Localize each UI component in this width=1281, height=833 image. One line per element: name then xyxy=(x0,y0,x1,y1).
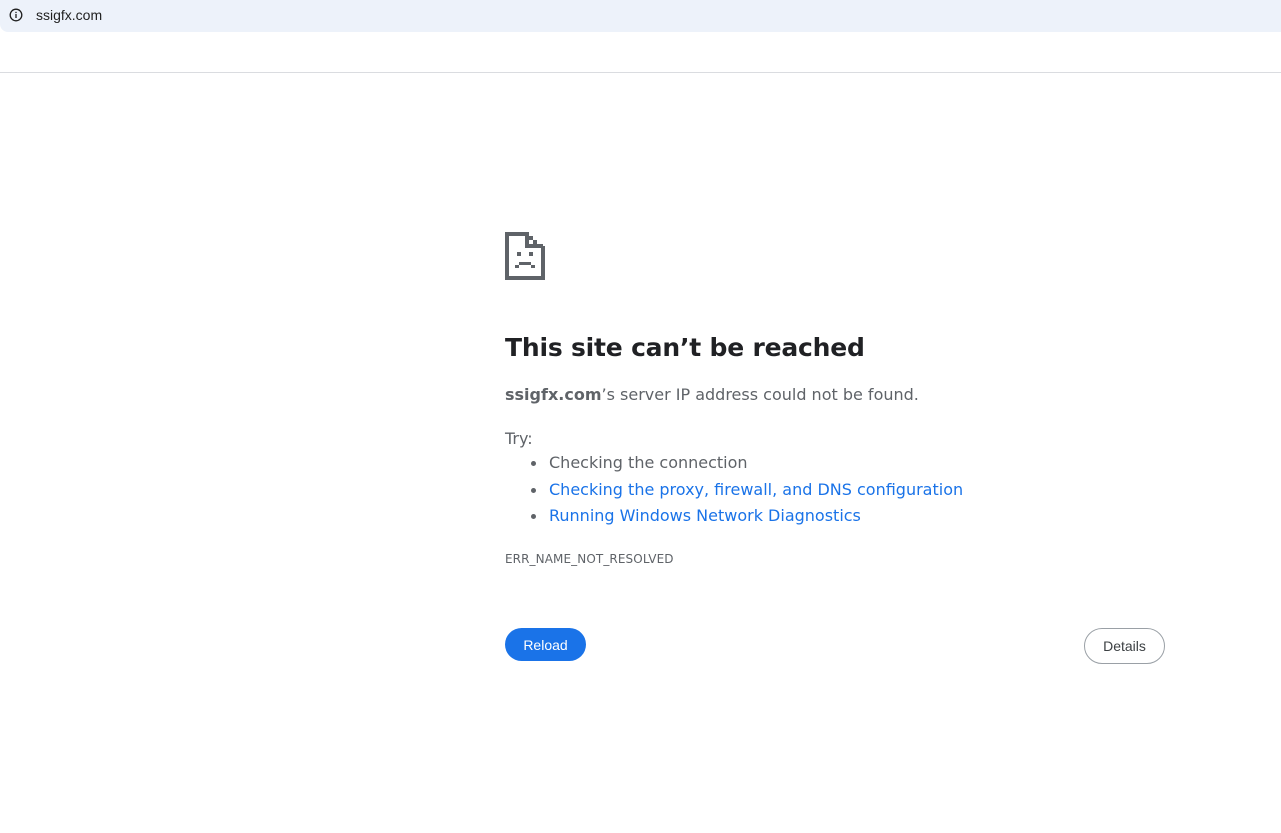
error-summary: ssigfx.com’s server IP address could not… xyxy=(505,385,919,405)
suggestion-network-diagnostics[interactable]: Running Windows Network Diagnostics xyxy=(505,506,963,533)
try-label: Try: xyxy=(505,429,533,448)
info-icon[interactable] xyxy=(9,8,23,22)
url-text[interactable]: ssigfx.com xyxy=(36,6,102,24)
address-bar[interactable]: ssigfx.com xyxy=(0,0,1281,32)
error-summary-text: ’s server IP address could not be found. xyxy=(601,385,919,404)
error-heading: This site can’t be reached xyxy=(505,333,865,362)
bullet xyxy=(531,461,536,466)
error-code: ERR_NAME_NOT_RESOLVED xyxy=(505,552,674,566)
sad-document-icon xyxy=(505,232,545,280)
bullet xyxy=(531,487,536,493)
error-host: ssigfx.com xyxy=(505,385,602,404)
network-diagnostics-link[interactable]: Running Windows Network Diagnostics xyxy=(549,506,861,525)
suggestion-check-proxy[interactable]: Checking the proxy, firewall, and DNS co… xyxy=(505,480,963,507)
suggestion-check-connection: Checking the connection xyxy=(505,453,963,480)
bullet xyxy=(531,514,536,519)
suggestions-list: Checking the connection Checking the pro… xyxy=(505,453,963,533)
details-button[interactable]: Details xyxy=(1084,628,1165,664)
reload-button[interactable]: Reload xyxy=(505,628,586,661)
check-proxy-link[interactable]: Checking the proxy, firewall, and DNS co… xyxy=(549,480,963,499)
suggestion-label: Checking the connection xyxy=(549,453,748,472)
toolbar-divider xyxy=(0,72,1281,73)
